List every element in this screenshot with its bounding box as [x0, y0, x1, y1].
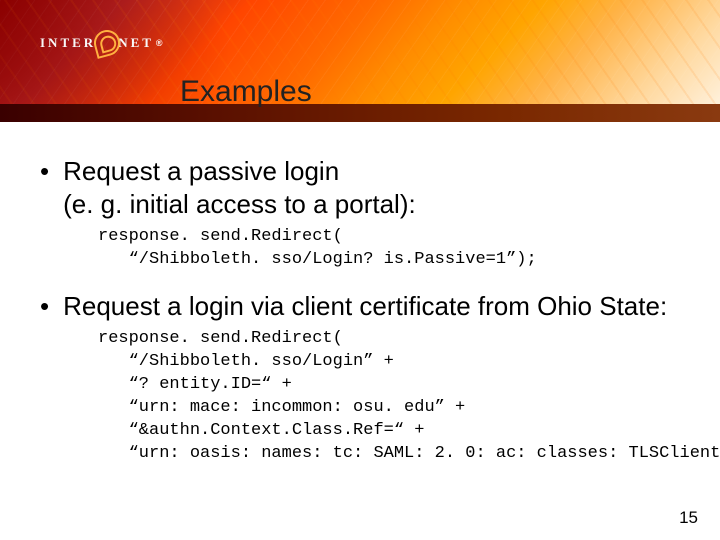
bullet-dot-icon: • [40, 155, 49, 220]
registered-mark: ® [156, 38, 163, 48]
bullet-text: Request a passive login (e. g. initial a… [63, 155, 682, 220]
logo-text-inter: INTER [40, 35, 96, 51]
internet2-logo: INTER NET ® [40, 30, 163, 56]
page-number: 15 [679, 508, 698, 528]
code-block: response. send.Redirect( “/Shibboleth. s… [98, 226, 682, 272]
bullet-dot-icon: • [40, 290, 49, 323]
slide-content: • Request a passive login (e. g. initial… [0, 120, 720, 466]
header-strip [0, 104, 720, 122]
logo-text-net: NET [118, 35, 154, 51]
bullet-item: • Request a login via client certificate… [38, 290, 682, 323]
slide-header: INTER NET ® Examples [0, 0, 720, 120]
slide-title: Examples [180, 75, 312, 109]
bullet-text: Request a login via client certificate f… [63, 290, 682, 323]
bullet-item: • Request a passive login (e. g. initial… [38, 155, 682, 220]
code-block: response. send.Redirect( “/Shibboleth. s… [98, 328, 682, 466]
logo-swirl-icon [91, 27, 123, 59]
